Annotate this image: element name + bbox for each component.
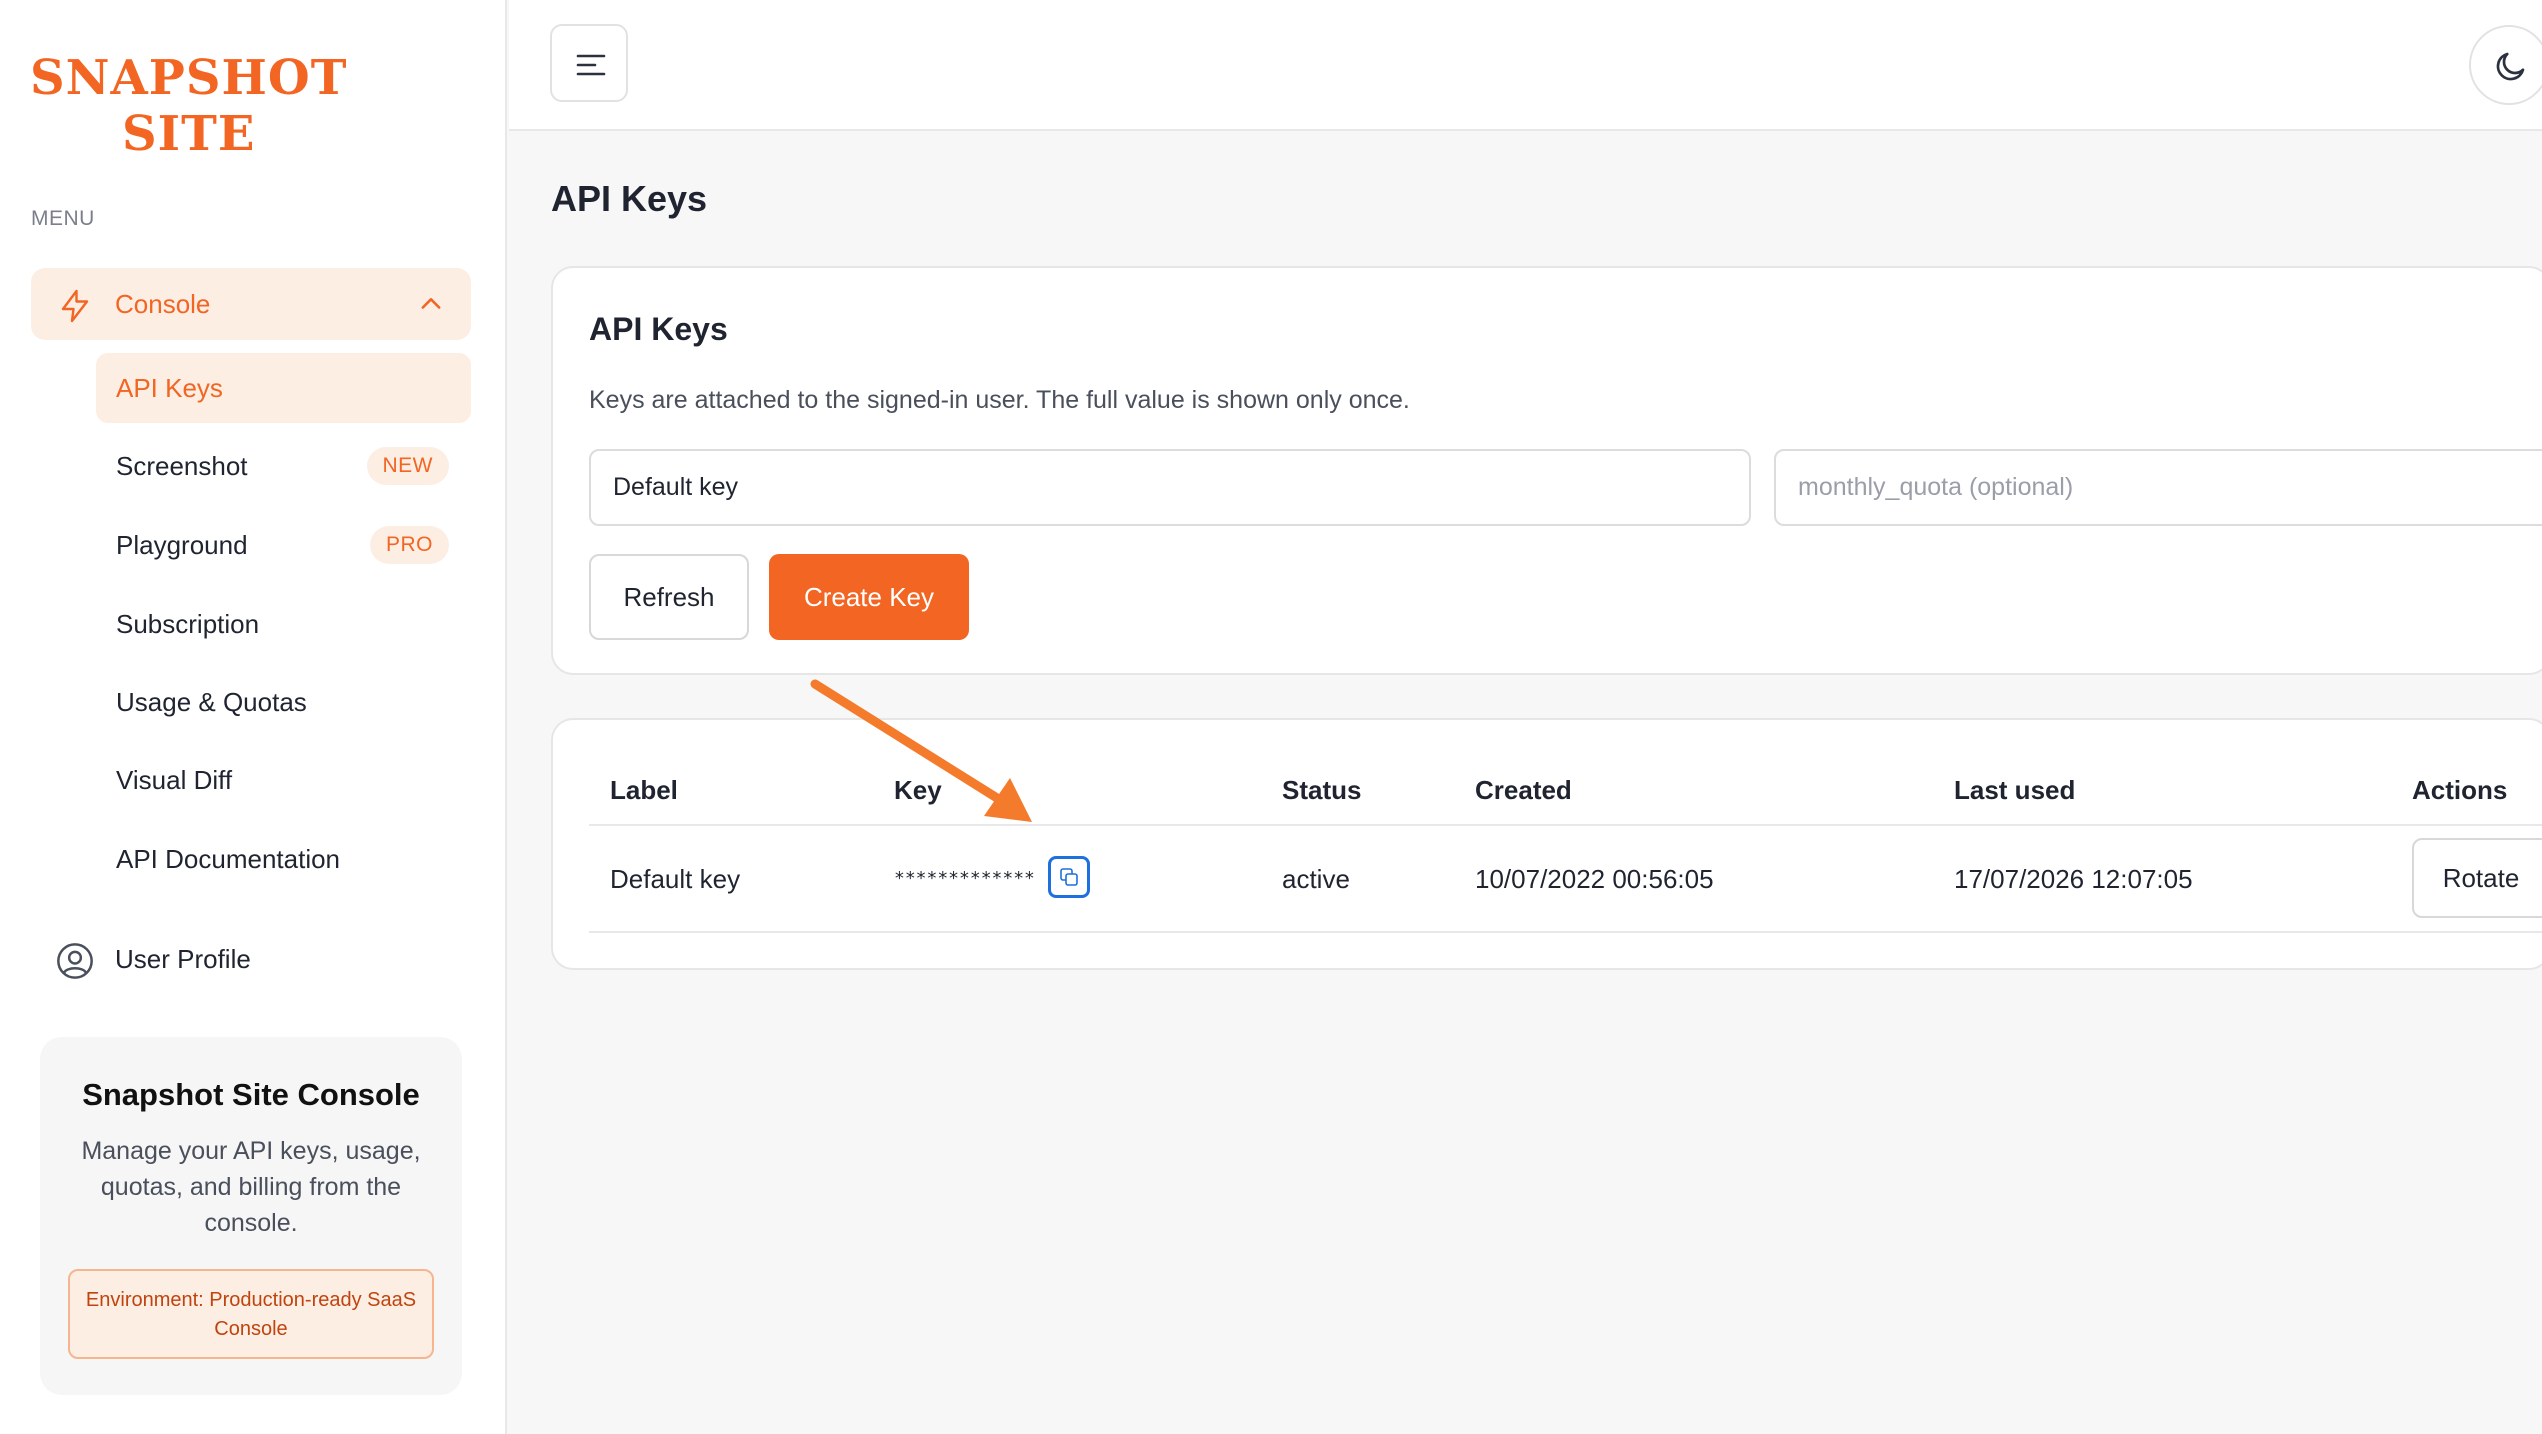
column-header-status: Status: [1282, 775, 1362, 805]
environment-badge: Environment: Production-ready SaaS Conso…: [68, 1269, 434, 1359]
column-header-label: Label: [610, 775, 678, 805]
copy-icon: [1060, 868, 1078, 886]
sidebar-item-screenshot[interactable]: Screenshot NEW: [96, 431, 471, 501]
card-description: Keys are attached to the signed-in user.…: [589, 386, 1410, 414]
sidebar-item-label: Screenshot: [116, 451, 248, 481]
sidebar-item-subscription[interactable]: Subscription: [96, 589, 471, 659]
sidebar-item-api-keys[interactable]: API Keys: [96, 353, 471, 423]
row-last-used: 17/07/2026 12:07:05: [1954, 864, 2193, 894]
brand-logo[interactable]: SNAPSHOT SITE: [30, 50, 348, 162]
column-header-created: Created: [1475, 775, 1572, 805]
column-header-actions: Actions: [2412, 775, 2508, 805]
menu-toggle-button[interactable]: [550, 24, 628, 102]
sidebar-item-usage-quotas[interactable]: Usage & Quotas: [96, 667, 471, 737]
pro-badge: PRO: [369, 526, 449, 564]
moon-icon: [2496, 52, 2525, 81]
lightning-icon: [61, 289, 89, 323]
console-info-card: Snapshot Site Console Manage your API ke…: [40, 1037, 462, 1395]
console-info-description: Manage your API keys, usage, quotas, and…: [81, 1137, 421, 1237]
sidebar-item-label: Visual Diff: [116, 765, 233, 795]
sidebar: SNAPSHOT SITE MENU Console API Keys Scre…: [0, 0, 507, 1434]
sidebar-item-label: API Documentation: [116, 844, 341, 874]
sidebar-item-console[interactable]: Console: [31, 268, 471, 340]
sidebar-item-label: Subscription: [116, 609, 260, 639]
topbar: [509, 0, 2542, 131]
column-header-last-used: Last used: [1954, 775, 2076, 805]
refresh-button[interactable]: Refresh: [589, 554, 749, 640]
sidebar-item-visual-diff[interactable]: Visual Diff: [96, 745, 471, 815]
brand-logo-line1: SNAPSHOT: [30, 50, 348, 106]
user-circle-icon: [57, 943, 93, 979]
sidebar-item-api-documentation[interactable]: API Documentation: [96, 824, 471, 894]
card-title: API Keys: [589, 311, 728, 347]
theme-toggle-button[interactable]: [2469, 25, 2542, 105]
rotate-button[interactable]: Rotate: [2412, 838, 2542, 918]
row-key-masked: *************: [894, 868, 1035, 889]
menu-icon: [576, 54, 606, 76]
brand-logo-line2: SITE: [122, 106, 256, 162]
console-info-title: Snapshot Site Console: [82, 1077, 420, 1112]
new-badge: NEW: [366, 447, 449, 485]
copy-key-button[interactable]: [1048, 856, 1090, 898]
sidebar-item-label: Playground: [116, 530, 248, 560]
chevron-up-icon[interactable]: [417, 290, 445, 318]
row-created: 10/07/2022 00:56:05: [1475, 864, 1714, 894]
sidebar-item-label: User Profile: [115, 944, 251, 974]
menu-heading: MENU: [31, 207, 95, 230]
sidebar-item-label: Usage & Quotas: [116, 687, 307, 717]
sidebar-item-user-profile[interactable]: User Profile: [31, 924, 471, 994]
row-label: Default key: [610, 864, 741, 894]
monthly-quota-input[interactable]: monthly_quota (optional): [1774, 449, 2542, 526]
page-title: API Keys: [551, 178, 708, 219]
row-status: active: [1282, 864, 1350, 894]
create-key-button[interactable]: Create Key: [769, 554, 969, 640]
annotation-arrow-icon: [810, 679, 1032, 822]
table-divider: [589, 931, 2542, 933]
key-label-input[interactable]: Default key: [589, 449, 1751, 526]
sidebar-item-label: Console: [115, 289, 211, 319]
sidebar-item-playground[interactable]: Playground PRO: [96, 510, 471, 580]
create-key-card: API Keys Keys are attached to the signed…: [551, 266, 2542, 675]
sidebar-item-label: API Keys: [116, 373, 223, 403]
